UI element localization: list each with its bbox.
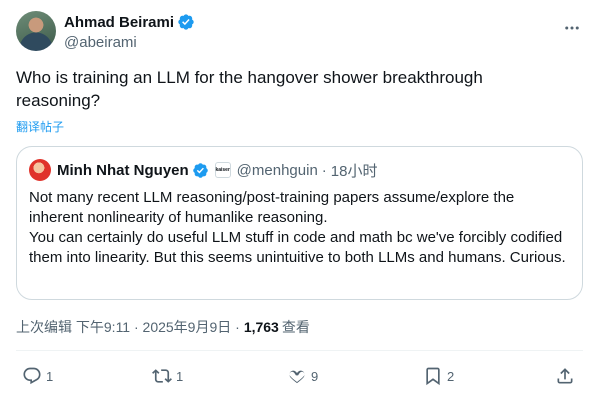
quoted-author-handle: @menhguin — [236, 161, 318, 179]
tweet-text: Who is training an LLM for the hangover … — [16, 68, 483, 110]
author-avatar[interactable] — [16, 11, 56, 51]
reply-count: 1 — [46, 368, 54, 384]
affiliation-badge: kaiser — [214, 162, 231, 178]
bookmark-count: 2 — [447, 368, 455, 384]
more-icon[interactable] — [563, 19, 581, 37]
reply-button[interactable]: 1 — [22, 366, 53, 386]
verified-badge-icon — [192, 162, 208, 178]
like-button[interactable]: 9 — [287, 366, 318, 386]
author-display-name[interactable]: Ahmad Beirami — [64, 14, 174, 31]
quoted-text-line: You can certainly do useful LLM stuff in… — [29, 229, 566, 266]
quoted-tweet-time: 18小时 — [330, 162, 378, 180]
retweet-count: 1 — [176, 368, 184, 384]
bookmark-icon — [426, 367, 440, 386]
quoted-author-avatar — [29, 159, 51, 181]
views-count: 1,763 — [243, 319, 279, 335]
quoted-text-line: Not many recent LLM reasoning/post-train… — [29, 189, 515, 226]
verified-badge-icon — [178, 14, 194, 30]
bookmark-button[interactable]: 2 — [423, 366, 454, 386]
like-icon — [289, 370, 305, 384]
like-count: 9 — [311, 368, 319, 384]
share-button[interactable] — [555, 366, 575, 386]
author-name-row: Ahmad Beirami — [64, 12, 195, 32]
retweet-button[interactable]: 1 — [152, 366, 183, 386]
author-handle[interactable]: @abeirami — [64, 34, 195, 51]
separator-dot: · — [321, 161, 327, 179]
quoted-tweet-text: Not many recent LLM reasoning/post-train… — [29, 188, 569, 268]
quoted-author-display-name: Minh Nhat Nguyen — [57, 161, 189, 179]
tweet-meta: 上次编辑 下午9:11 · 2025年9月9日 · 1,763 查看 — [16, 317, 310, 337]
tweet-timestamp[interactable]: 上次编辑 下午9:11 · 2025年9月9日 · — [16, 317, 240, 337]
views-label: 查看 — [281, 319, 310, 335]
translate-post-link[interactable]: 翻译帖子 — [16, 118, 64, 135]
quoted-tweet[interactable]: Minh Nhat Nguyen kaiser @menhguin · 18小时… — [16, 146, 583, 300]
tweet-actions: 1 1 9 2 — [16, 366, 583, 392]
reply-icon — [23, 367, 41, 385]
retweet-icon — [152, 369, 172, 383]
author-info: Ahmad Beirami @abeirami — [64, 12, 195, 51]
divider — [16, 350, 583, 351]
share-icon — [557, 368, 573, 384]
tweet-header: Ahmad Beirami @abeirami — [16, 11, 583, 55]
quoted-tweet-header: Minh Nhat Nguyen kaiser @menhguin · 18小时 — [29, 159, 377, 181]
